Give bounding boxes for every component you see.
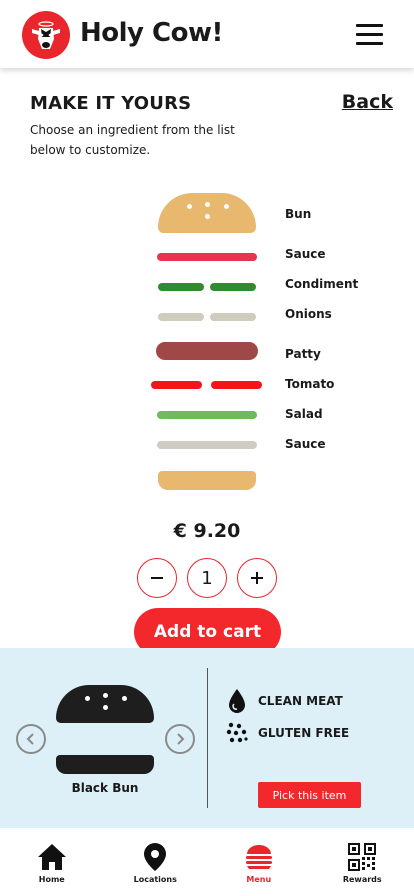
sesame-seed	[85, 696, 90, 701]
ingredient-label-bun[interactable]: Bun	[285, 207, 311, 221]
grain-dots-icon	[226, 720, 248, 746]
page-title: MAKE IT YOURS	[30, 93, 192, 114]
nav-item-home[interactable]: Home	[0, 828, 104, 896]
sesame-seed	[103, 705, 108, 710]
menu-line	[356, 42, 383, 45]
onions-layer-right[interactable]	[210, 313, 256, 321]
panel-divider	[207, 668, 208, 808]
feature-label: GLUTEN FREE	[258, 726, 350, 740]
ingredient-label-onions[interactable]: Onions	[285, 307, 332, 321]
salad-layer[interactable]	[157, 411, 257, 419]
bottom-nav: Home Locations Menu Rewards	[0, 828, 414, 896]
increase-quantity-button[interactable]	[237, 558, 277, 598]
bun-top-layer[interactable]	[158, 193, 256, 233]
selected-item-name: Black Bun	[71, 781, 139, 795]
chevron-right-icon	[177, 733, 185, 745]
nav-item-locations[interactable]: Locations	[104, 828, 208, 896]
price: € 9.20	[173, 520, 241, 542]
previous-item-button[interactable]	[16, 724, 46, 754]
burger-icon	[245, 842, 273, 872]
sesame-seed	[205, 214, 210, 219]
page-subtitle: Choose an ingredient from the list below…	[30, 123, 235, 157]
back-link[interactable]: Back	[342, 91, 393, 113]
nav-label: Home	[38, 875, 65, 884]
feature-clean-meat: CLEAN MEAT	[226, 688, 343, 714]
sesame-seed	[205, 202, 210, 207]
decrease-quantity-button[interactable]	[137, 558, 177, 598]
onions-layer-left[interactable]	[158, 313, 204, 321]
quantity-value: 1	[187, 558, 227, 598]
chevron-left-icon	[26, 733, 34, 745]
nav-label: Locations	[133, 875, 177, 884]
bun-bottom-layer[interactable]	[158, 471, 256, 490]
quantity-text: 1	[201, 567, 213, 589]
ingredient-label-salad[interactable]: Salad	[285, 407, 323, 421]
location-pin-icon	[143, 842, 167, 872]
condiment-layer-right[interactable]	[210, 283, 256, 291]
nav-item-menu[interactable]: Menu	[207, 828, 311, 896]
ingredient-label-patty[interactable]: Patty	[285, 347, 321, 361]
nav-label: Rewards	[342, 875, 382, 884]
home-icon	[37, 842, 67, 872]
ingredient-label-condiment[interactable]: Condiment	[285, 277, 358, 291]
tomato-layer-right[interactable]	[211, 381, 262, 389]
sauce-layer[interactable]	[157, 253, 257, 261]
brand-name: Holy Cow!	[80, 18, 223, 48]
qr-code-icon	[348, 842, 377, 872]
cow-head-icon	[32, 21, 60, 49]
sesame-seed	[224, 204, 229, 209]
plus-icon	[251, 572, 263, 584]
black-bun-image	[56, 685, 154, 775]
sesame-seed	[103, 693, 108, 698]
menu-line	[356, 33, 383, 36]
menu-line	[356, 24, 383, 27]
feature-gluten-free: GLUTEN FREE	[226, 720, 349, 746]
drop-icon	[226, 688, 248, 714]
black-bun-top	[56, 685, 154, 723]
ingredient-label-sauce-bottom[interactable]: Sauce	[285, 437, 326, 451]
condiment-layer-left[interactable]	[158, 283, 204, 291]
hamburger-menu-button[interactable]	[356, 24, 384, 46]
sauce-layer-bottom[interactable]	[157, 441, 257, 449]
nav-label: Menu	[246, 875, 272, 884]
app-header: Holy Cow!	[0, 0, 414, 68]
sesame-seed	[187, 204, 192, 209]
ingredient-label-tomato[interactable]: Tomato	[285, 377, 334, 391]
tomato-layer-left[interactable]	[151, 381, 202, 389]
pick-item-button[interactable]: Pick this item	[258, 782, 361, 808]
next-item-button[interactable]	[165, 724, 195, 754]
ingredient-label-sauce[interactable]: Sauce	[285, 247, 326, 261]
minus-icon	[151, 577, 163, 579]
feature-label: CLEAN MEAT	[258, 694, 343, 708]
nav-item-rewards[interactable]: Rewards	[311, 828, 414, 896]
holy-cow-logo[interactable]	[22, 11, 70, 59]
sesame-seed	[122, 696, 127, 701]
black-bun-bottom	[56, 755, 154, 774]
patty-layer[interactable]	[156, 342, 258, 360]
